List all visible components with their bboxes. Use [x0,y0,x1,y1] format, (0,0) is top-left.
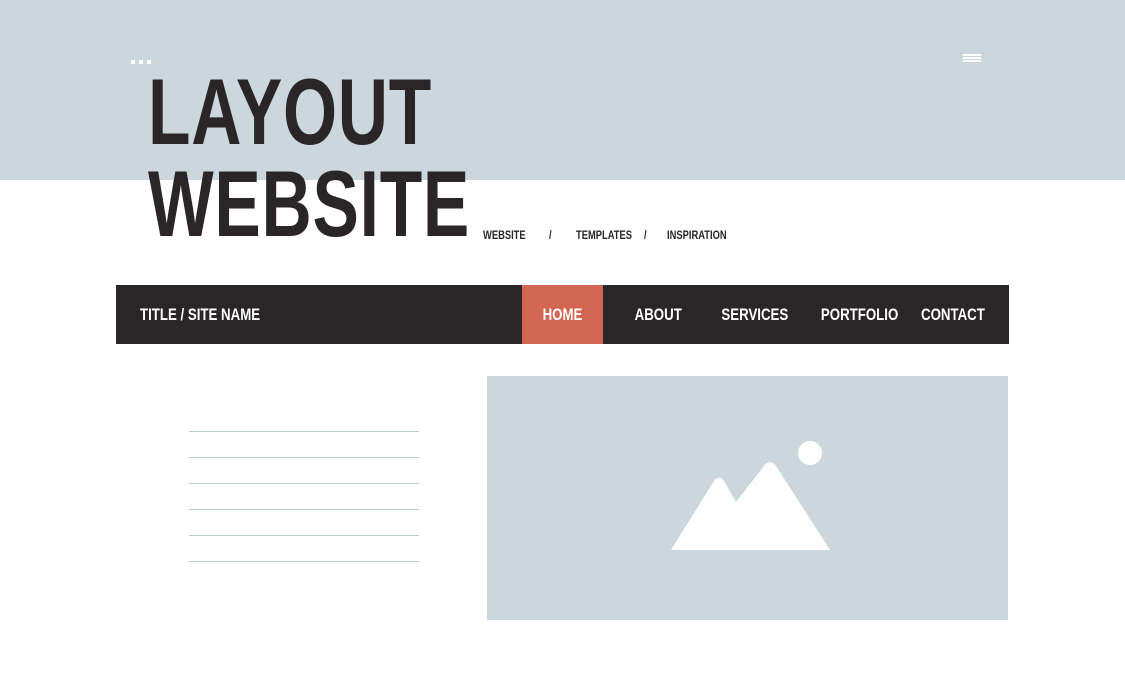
text-line [189,431,419,432]
page-title: LAYOUT WEBSITE [148,59,471,256]
mountains-shape [671,462,830,550]
nav-item-label: CONTACT [920,304,985,324]
nav-item-label: ABOUT [634,304,683,324]
nav-item-services[interactable]: SERVICES [710,285,800,344]
nav-item-label: SERVICES [721,304,789,324]
nav-item-contact[interactable]: CONTACT [915,285,990,344]
text-line [189,483,419,484]
sun-shape [798,441,822,465]
text-placeholder-lines [189,431,419,587]
breadcrumb-separator: / [549,228,552,242]
nav-item-home[interactable]: HOME [522,285,603,344]
nav-item-label: HOME [542,304,583,324]
breadcrumb-item-inspiration[interactable]: INSPIRATION [667,228,727,242]
breadcrumb-separator: / [644,228,647,242]
breadcrumb-item-templates[interactable]: TEMPLATES [576,228,632,242]
nav-item-about[interactable]: ABOUT [621,285,696,344]
hamburger-menu-icon[interactable] [963,54,981,62]
menu-bar [963,54,981,56]
nav-item-label: PORTFOLIO [820,304,899,324]
menu-bar [963,57,981,59]
page-title-line-1: LAYOUT [148,59,433,164]
text-line [189,509,419,510]
dot [139,60,143,64]
navbar: TITLE / SITE NAME HOME ABOUT SERVICES PO… [116,285,1009,344]
text-line [189,457,419,458]
site-name[interactable]: TITLE / SITE NAME [140,305,260,325]
text-line [189,561,419,562]
nav-item-portfolio[interactable]: PORTFOLIO [816,285,903,344]
page-title-line-2: WEBSITE [148,151,471,256]
dot [131,60,135,64]
breadcrumb-item-website[interactable]: WEBSITE [483,228,526,242]
text-line [189,535,419,536]
menu-bar [963,60,981,62]
image-placeholder [487,376,1008,620]
image-placeholder-icon [671,441,830,550]
